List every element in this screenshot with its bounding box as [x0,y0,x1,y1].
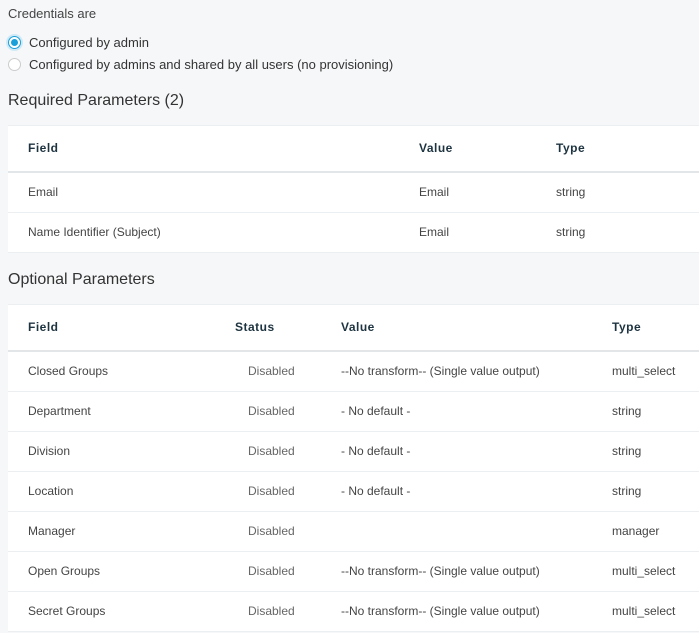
value-cell: Email [419,185,450,199]
status-cell: Disabled [248,364,295,378]
column-header-value: Value [341,320,375,334]
optional-parameters-table: Field Status Value Type Closed Groups Dis… [8,304,699,632]
type-cell: string [556,225,586,239]
value-cell: Email [419,225,450,239]
table-row: Email Email string [8,173,699,213]
type-cell: string [612,404,642,418]
table-row: Location Disabled - No default - string [8,472,699,512]
table-header: Field Value Type [8,126,699,173]
column-header-type: Type [612,320,642,334]
table-row: Department Disabled - No default - string [8,392,699,432]
required-parameters-title: Required Parameters (2) [8,92,185,109]
radio-selected-icon[interactable] [8,36,21,49]
status-cell: Disabled [248,564,295,578]
status-cell: Disabled [248,404,295,418]
status-cell: Disabled [248,524,295,538]
radio-unselected-icon[interactable] [8,58,21,71]
table-row: Open Groups Disabled --No transform-- (Sin… [8,552,699,592]
value-cell: - No default - [341,484,411,498]
field-cell: Name Identifier (Subject) [28,225,161,239]
column-header-field: Field [28,320,59,334]
type-cell: manager [612,524,660,538]
field-cell: Email [28,185,59,199]
field-cell: Department [28,404,91,418]
radio-configured-by-admin[interactable]: Configured by admin [8,35,149,50]
value-cell: - No default - [341,404,411,418]
table-row: Closed Groups Disabled --No transform-- (S… [8,352,699,392]
value-cell: --No transform-- (Single value output) [341,564,540,578]
credentials-label: Credentials are [8,6,97,21]
field-cell: Secret Groups [28,604,106,618]
table-row: Name Identifier (Subject) Email string [8,213,699,253]
table-row: Manager Disabled manager [8,512,699,552]
column-header-type: Type [556,141,586,155]
radio-label: Configured by admins and shared by all u… [29,57,394,72]
type-cell: string [556,185,586,199]
column-header-value: Value [419,141,453,155]
column-header-status: Status [235,320,275,334]
type-cell: string [612,444,642,458]
type-cell: multi_select [612,604,676,618]
column-header-field: Field [28,141,59,155]
required-parameters-table: Field Value Type Email Email string Name… [8,125,699,253]
table-row: Secret Groups Disabled --No transform-- (S… [8,592,699,632]
optional-parameters-title: Optional Parameters [8,271,155,288]
field-cell: Manager [28,524,76,538]
value-cell: --No transform-- (Single value output) [341,364,540,378]
status-cell: Disabled [248,444,295,458]
type-cell: string [612,484,642,498]
field-cell: Closed Groups [28,364,109,378]
field-cell: Division [28,444,71,458]
status-cell: Disabled [248,604,295,618]
field-cell: Location [28,484,74,498]
type-cell: multi_select [612,564,676,578]
radio-shared-by-all-users[interactable]: Configured by admins and shared by all u… [8,57,393,72]
value-cell: --No transform-- (Single value output) [341,604,540,618]
status-cell: Disabled [248,484,295,498]
value-cell: - No default - [341,444,411,458]
table-row: Division Disabled - No default - string [8,432,699,472]
table-header: Field Status Value Type [8,305,699,352]
radio-label: Configured by admin [29,35,149,50]
field-cell: Open Groups [28,564,101,578]
type-cell: multi_select [612,364,676,378]
